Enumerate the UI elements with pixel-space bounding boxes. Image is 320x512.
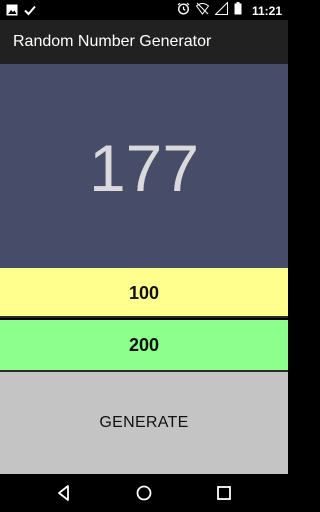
status-right-icons: 11:21 — [177, 1, 282, 20]
battery-icon — [234, 2, 242, 20]
min-value-text: 100 — [128, 283, 160, 303]
min-value-field[interactable]: 100 — [0, 268, 288, 318]
home-icon[interactable] — [134, 483, 154, 503]
image-icon — [6, 3, 18, 21]
signal-icon — [214, 1, 228, 20]
generate-button[interactable]: GENERATE — [0, 372, 288, 474]
status-time: 11:21 — [251, 4, 282, 18]
result-number: 177 — [88, 131, 200, 205]
check-icon — [24, 3, 36, 21]
generate-label: GENERATE — [99, 414, 189, 431]
wifi-off-icon — [195, 2, 210, 20]
recents-icon[interactable] — [214, 483, 234, 503]
screen: 11:21 Random Number Generator 177 100 20… — [0, 0, 288, 512]
status-bar: 11:21 — [0, 0, 288, 20]
status-left-icons — [6, 3, 36, 21]
app-title: Random Number Generator — [13, 33, 212, 50]
nav-bar — [0, 474, 288, 512]
max-value-text: 200 — [128, 335, 160, 355]
back-icon[interactable] — [54, 483, 74, 503]
alarm-icon — [177, 2, 190, 20]
max-value-field[interactable]: 200 — [0, 320, 288, 372]
app-bar: Random Number Generator — [0, 20, 288, 64]
result-panel: 177 — [0, 64, 288, 268]
